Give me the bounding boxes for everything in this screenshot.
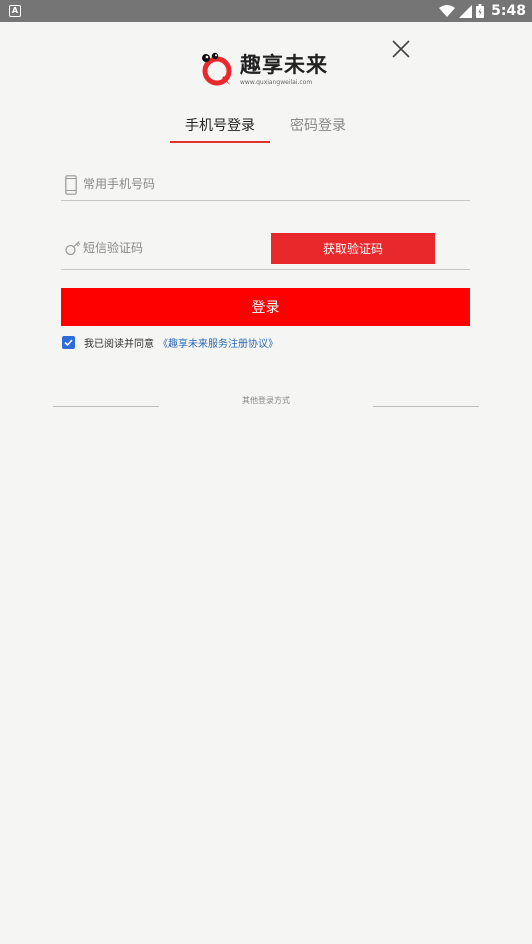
notification-icon: A <box>9 5 21 17</box>
agreement-checkbox[interactable] <box>62 335 75 349</box>
agreement-link[interactable]: 《趣享未来服务注册协议》 <box>158 335 278 350</box>
phone-field <box>61 168 470 201</box>
tab-phone-login[interactable]: 手机号登录 <box>170 112 270 142</box>
logo-icon <box>202 52 232 86</box>
login-button[interactable]: 登录 <box>61 288 470 326</box>
clock: 5:48 <box>491 3 526 19</box>
key-icon <box>65 241 81 256</box>
close-icon <box>392 40 410 58</box>
login-tabs: 手机号登录 密码登录 <box>0 112 532 144</box>
signal-icon <box>459 4 473 18</box>
battery-icon <box>476 4 485 18</box>
status-bar: A 5:48 <box>0 0 532 22</box>
other-login-label: 其他登录方式 <box>242 396 290 405</box>
get-code-button[interactable]: 获取验证码 <box>271 233 435 264</box>
sms-code-input[interactable] <box>83 238 263 258</box>
status-icons: 5:48 <box>439 0 526 22</box>
divider-left <box>53 406 159 407</box>
divider-right <box>373 406 479 407</box>
phone-input[interactable] <box>83 174 453 194</box>
other-login-divider: 其他登录方式 <box>0 394 532 410</box>
brand-name: 趣享未来 <box>240 53 328 77</box>
wifi-icon <box>439 5 456 17</box>
check-icon <box>64 338 73 346</box>
agreement-row: 我已阅读并同意 《趣享未来服务注册协议》 <box>62 334 278 350</box>
phone-icon <box>65 175 77 195</box>
brand-url: www.quxiangweilai.com <box>240 79 313 86</box>
active-tab-indicator <box>170 141 270 143</box>
agreement-text: 我已阅读并同意 <box>84 338 154 350</box>
tab-password-login[interactable]: 密码登录 <box>270 112 366 142</box>
close-button[interactable] <box>389 37 413 61</box>
app-logo: 趣享未来 www.quxiangweilai.com <box>200 52 328 90</box>
